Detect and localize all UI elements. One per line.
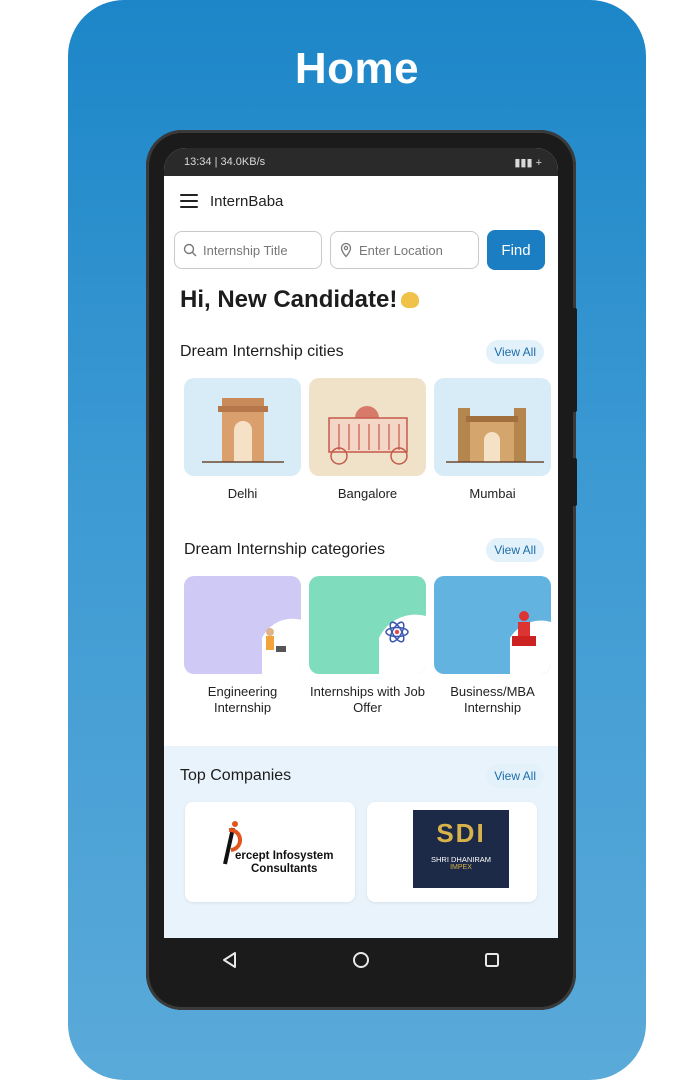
company-name-line1: SHRI DHANIRAM bbox=[430, 855, 491, 864]
find-button[interactable]: Find bbox=[487, 230, 545, 270]
business-image bbox=[434, 576, 551, 674]
categories-title: Dream Internship categories bbox=[184, 541, 385, 558]
app-title: InternBaba bbox=[210, 192, 284, 210]
greeting-text: Hi, New Candidate! bbox=[180, 286, 398, 313]
company-name-line2: IMPEX bbox=[450, 864, 472, 871]
category-tile-business[interactable]: Business/MBA Internship bbox=[434, 576, 551, 716]
app-bar: InternBaba bbox=[164, 176, 558, 226]
city-label: Mumbai bbox=[469, 486, 516, 501]
status-time: 13:34 | 34.0KB/s bbox=[184, 156, 266, 168]
power-button bbox=[572, 458, 577, 506]
back-icon[interactable] bbox=[220, 950, 240, 970]
cities-title: Dream Internship cities bbox=[180, 343, 344, 360]
clap-icon bbox=[401, 292, 420, 308]
top-companies-section: Top Companies View All ercept Infosystem… bbox=[164, 746, 558, 938]
category-label: Internships with Job Offer bbox=[310, 684, 425, 715]
city-label: Bangalore bbox=[337, 486, 398, 501]
recents-icon[interactable] bbox=[482, 950, 502, 970]
companies-view-all-button[interactable]: View All bbox=[486, 764, 544, 788]
app-screen: 13:34 | 34.0KB/s ▮▮▮ + InternBaba Intern… bbox=[164, 148, 558, 938]
city-tile-mumbai[interactable]: Mumbai bbox=[434, 378, 551, 502]
volume-button bbox=[572, 308, 577, 412]
greeting-heading: Hi, New Candidate! bbox=[164, 270, 558, 314]
category-label: Engineering Internship bbox=[207, 684, 278, 715]
company-card-shri-dhaniram[interactable]: SDI SHRI DHANIRAM IMPEX bbox=[367, 802, 537, 902]
company-name-line2: Consultants bbox=[250, 863, 318, 875]
categories-view-all-button[interactable]: View All bbox=[486, 538, 544, 562]
city-tile-bangalore[interactable]: Bangalore bbox=[309, 378, 426, 502]
engineering-image bbox=[184, 576, 301, 674]
home-icon[interactable] bbox=[351, 950, 371, 970]
cities-header: Dream Internship cities View All bbox=[164, 340, 558, 364]
companies-header: Top Companies View All bbox=[164, 746, 558, 788]
system-nav-bar bbox=[164, 938, 558, 982]
phone-frame: 13:34 | 34.0KB/s ▮▮▮ + InternBaba Intern… bbox=[146, 130, 577, 1010]
gateway-of-india-image bbox=[434, 378, 551, 476]
menu-icon[interactable] bbox=[180, 194, 198, 208]
category-tile-engineering[interactable]: Engineering Internship bbox=[184, 576, 301, 716]
status-bar: 13:34 | 34.0KB/s ▮▮▮ + bbox=[164, 148, 558, 176]
job-offer-image bbox=[309, 576, 426, 674]
status-icons: ▮▮▮ + bbox=[514, 156, 542, 169]
categories-header: Dream Internship categories View All bbox=[164, 538, 558, 562]
company-card-percept[interactable]: ercept Infosystem Consultants bbox=[185, 802, 355, 902]
category-tile-job-offer[interactable]: Internships with Job Offer bbox=[309, 576, 426, 716]
location-pin-icon bbox=[340, 242, 352, 258]
page-title: Home bbox=[294, 44, 420, 93]
company-name-line1: ercept Infosystem bbox=[235, 850, 334, 862]
cities-view-all-button[interactable]: View All bbox=[486, 340, 544, 364]
city-label: Delhi bbox=[227, 486, 258, 501]
internship-title-field[interactable]: Internship Title bbox=[174, 231, 322, 269]
companies-title: Top Companies bbox=[180, 767, 292, 784]
logo-text: SDI bbox=[436, 818, 486, 848]
search-row: Internship Title Enter Location Find bbox=[164, 226, 558, 270]
vidhana-soudha-image bbox=[309, 378, 426, 476]
india-gate-image bbox=[184, 378, 301, 476]
search-icon bbox=[183, 243, 197, 257]
city-tile-delhi[interactable]: Delhi bbox=[184, 378, 301, 502]
shri-dhaniram-logo: SDI SHRI DHANIRAM IMPEX bbox=[413, 810, 509, 888]
location-field[interactable]: Enter Location bbox=[330, 231, 479, 269]
cities-row: Delhi Bangalore Mumbai bbox=[164, 378, 558, 502]
location-placeholder: Enter Location bbox=[359, 242, 443, 258]
categories-row: Engineering Internship Internships with … bbox=[164, 576, 558, 716]
internship-title-placeholder: Internship Title bbox=[203, 242, 288, 258]
category-label: Business/MBA Internship bbox=[450, 684, 535, 715]
